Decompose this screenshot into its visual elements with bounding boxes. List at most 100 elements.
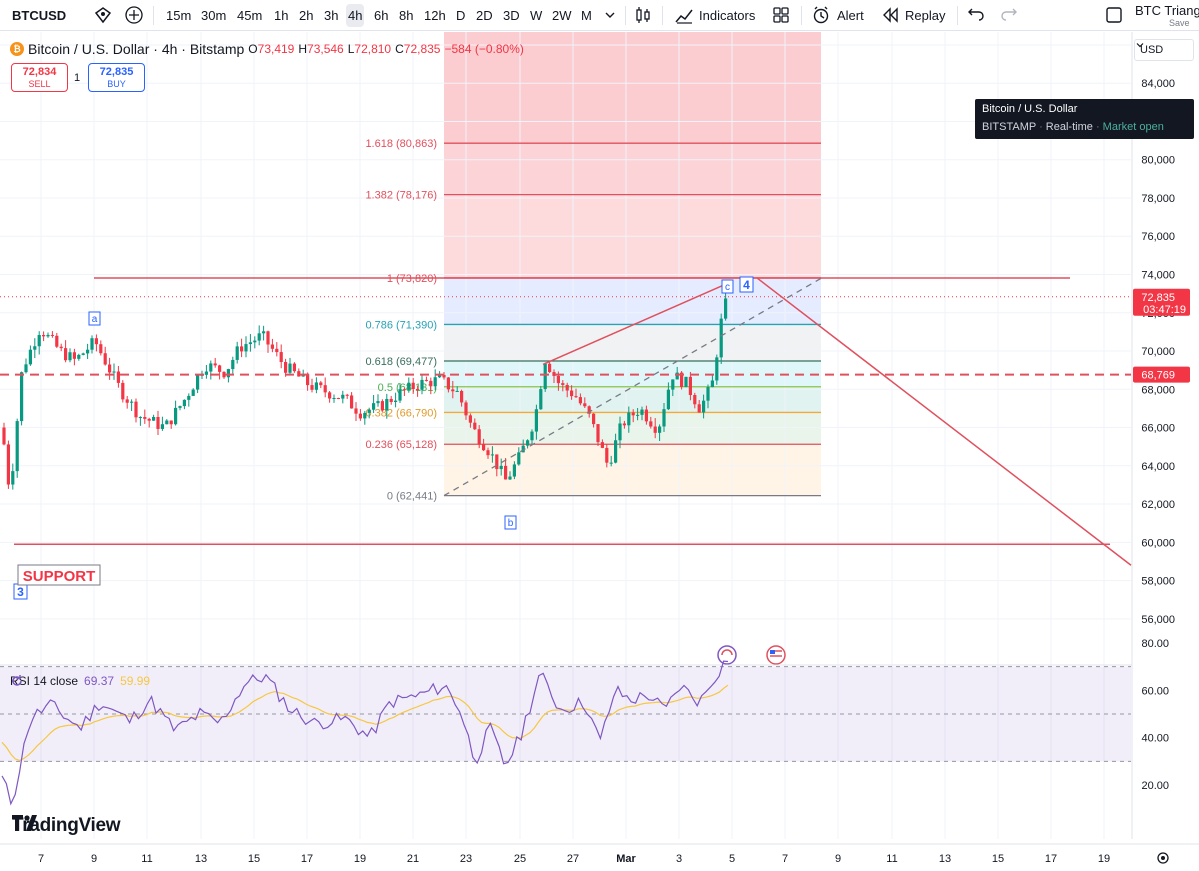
redo-icon[interactable] (999, 5, 1019, 25)
interval-45m[interactable]: 45m (237, 0, 262, 31)
candle-body (11, 471, 15, 485)
interval-m[interactable]: M (581, 0, 592, 31)
candle-body (99, 344, 103, 354)
interval-2d[interactable]: 2D (476, 0, 493, 31)
candles-chart-type-icon[interactable] (633, 5, 653, 25)
price-axis[interactable]: 86,00084,00082,00080,00078,00076,00074,0… (1131, 32, 1199, 839)
legend-low-label: L (347, 42, 355, 56)
interval-w[interactable]: W (530, 0, 542, 31)
sell-button[interactable]: 72,834 SELL (11, 63, 68, 92)
replay-button[interactable]: Replay (905, 0, 945, 31)
compare-add-icon[interactable] (124, 5, 144, 25)
chart-area[interactable]: 1.618 (80,863) 1.382 (78,176) 1 (73,820) 0.… (0, 32, 1199, 871)
chart-canvas[interactable]: 1.618 (80,863) 1.382 (78,176) 1 (73,820) 0.… (0, 32, 1199, 871)
interval-4h[interactable]: 4h (346, 4, 365, 27)
interval-2h[interactable]: 2h (299, 0, 313, 31)
tradingview-logo-icon (12, 815, 37, 831)
legend-close-label: C (395, 42, 404, 56)
countdown-text: 03:47:19 (1143, 304, 1186, 316)
interval-3h[interactable]: 3h (324, 0, 338, 31)
candle-body (530, 431, 534, 441)
wave-label-b[interactable]: b (504, 515, 517, 530)
candle-body (596, 424, 600, 443)
candle-body (279, 352, 283, 363)
interval-3d[interactable]: 3D (503, 0, 520, 31)
currency-select[interactable]: USD (1134, 39, 1194, 61)
candle-body (345, 394, 349, 396)
candle-body (367, 409, 371, 413)
layout-square-icon[interactable] (1104, 5, 1124, 25)
rsi-axis-label: 60.00 (1141, 685, 1169, 697)
candle-body (490, 454, 494, 456)
candle-body (600, 442, 604, 448)
candle-body (266, 331, 270, 345)
indicators-icon[interactable] (674, 5, 694, 25)
candle-body (231, 359, 235, 370)
replay-rewind-icon[interactable] (880, 5, 900, 25)
candle-body (196, 375, 200, 390)
undo-icon[interactable] (966, 5, 986, 25)
settings-gear-icon[interactable] (1157, 852, 1169, 864)
templates-grid-icon[interactable] (771, 5, 791, 25)
candle-body (319, 382, 323, 386)
candle-body (416, 388, 420, 390)
alert-clock-icon[interactable] (811, 5, 831, 25)
loading-refresh-icon (12, 675, 22, 686)
wave-label-c[interactable]: c (721, 279, 734, 294)
wave-label-c-text: c (725, 282, 730, 293)
time-axis[interactable]: 7 9 11 13 15 17 19 21 23 25 27 Mar 3 5 7 9 11 13 15 17 19 (0, 843, 1199, 865)
candle-body (460, 390, 464, 403)
candle-body (473, 422, 477, 430)
indicators-button[interactable]: Indicators (699, 0, 755, 31)
wave-label-a[interactable]: a (88, 311, 101, 326)
visibility-icon[interactable] (93, 5, 113, 25)
layout-name[interactable]: BTC Triangl (1135, 3, 1199, 18)
legend-title[interactable]: Bitcoin / U.S. Dollar · 4h · Bitstamp (28, 41, 244, 57)
price-axis-label: 56,000 (1141, 614, 1175, 626)
rsi-legend[interactable]: RSI 14 close 69.37 59.99 (10, 674, 150, 688)
candle-body (671, 379, 675, 390)
candle-body (609, 462, 613, 464)
symbol-search-button[interactable]: BTCUSD (12, 0, 66, 31)
symbol-legend[interactable]: ₿ Bitcoin / U.S. Dollar · 4h · Bitstamp … (10, 41, 524, 57)
candle-body (240, 346, 244, 352)
alert-button[interactable]: Alert (837, 0, 864, 31)
support-label[interactable]: SUPPORT (17, 564, 101, 586)
candle-body (350, 395, 354, 409)
save-label[interactable]: Save (1135, 18, 1199, 28)
tradingview-logo[interactable]: TradingView (12, 815, 121, 837)
candle-body (284, 362, 288, 373)
candle-body (209, 363, 213, 372)
wave-label-3[interactable]: 3 (13, 583, 28, 600)
interval-15m[interactable]: 15m (166, 0, 191, 31)
us-flag-event-icon[interactable] (766, 645, 786, 665)
buy-price: 72,835 (99, 66, 134, 78)
time-axis-label: 27 (567, 853, 579, 865)
trade-quantity[interactable]: 1 (74, 72, 80, 84)
interval-d[interactable]: D (456, 0, 465, 31)
interval-6h[interactable]: 6h (374, 0, 388, 31)
candle-body (152, 416, 156, 421)
interval-1h[interactable]: 1h (274, 0, 288, 31)
wave-label-4[interactable]: 4 (739, 276, 754, 293)
buy-button[interactable]: 72,835 BUY (88, 63, 145, 92)
rsi-pane[interactable] (0, 660, 1199, 806)
interval-12h[interactable]: 12h (424, 0, 446, 31)
candle-body (605, 447, 609, 463)
interval-30m[interactable]: 30m (201, 0, 226, 31)
interval-2w[interactable]: 2W (552, 0, 572, 31)
bitcoin-logo-icon: ₿ (10, 42, 24, 56)
candle-body (539, 389, 543, 410)
layout-name-group[interactable]: BTC Triangl Save (1135, 3, 1199, 28)
candle-body (257, 333, 261, 341)
chevron-down-icon[interactable] (600, 5, 620, 25)
candle-body (684, 376, 688, 387)
time-axis-label: 15 (248, 853, 260, 865)
interval-8h[interactable]: 8h (399, 0, 413, 31)
candle-body (358, 413, 362, 419)
legend-high: 73,546 (307, 42, 344, 56)
candle-body (28, 349, 32, 365)
top-toolbar: BTCUSD 15m 30m 45m 1h 2h 3h 4h 6h 8h 12h… (0, 0, 1199, 31)
candle-body (482, 444, 486, 451)
candle-body (138, 417, 142, 419)
